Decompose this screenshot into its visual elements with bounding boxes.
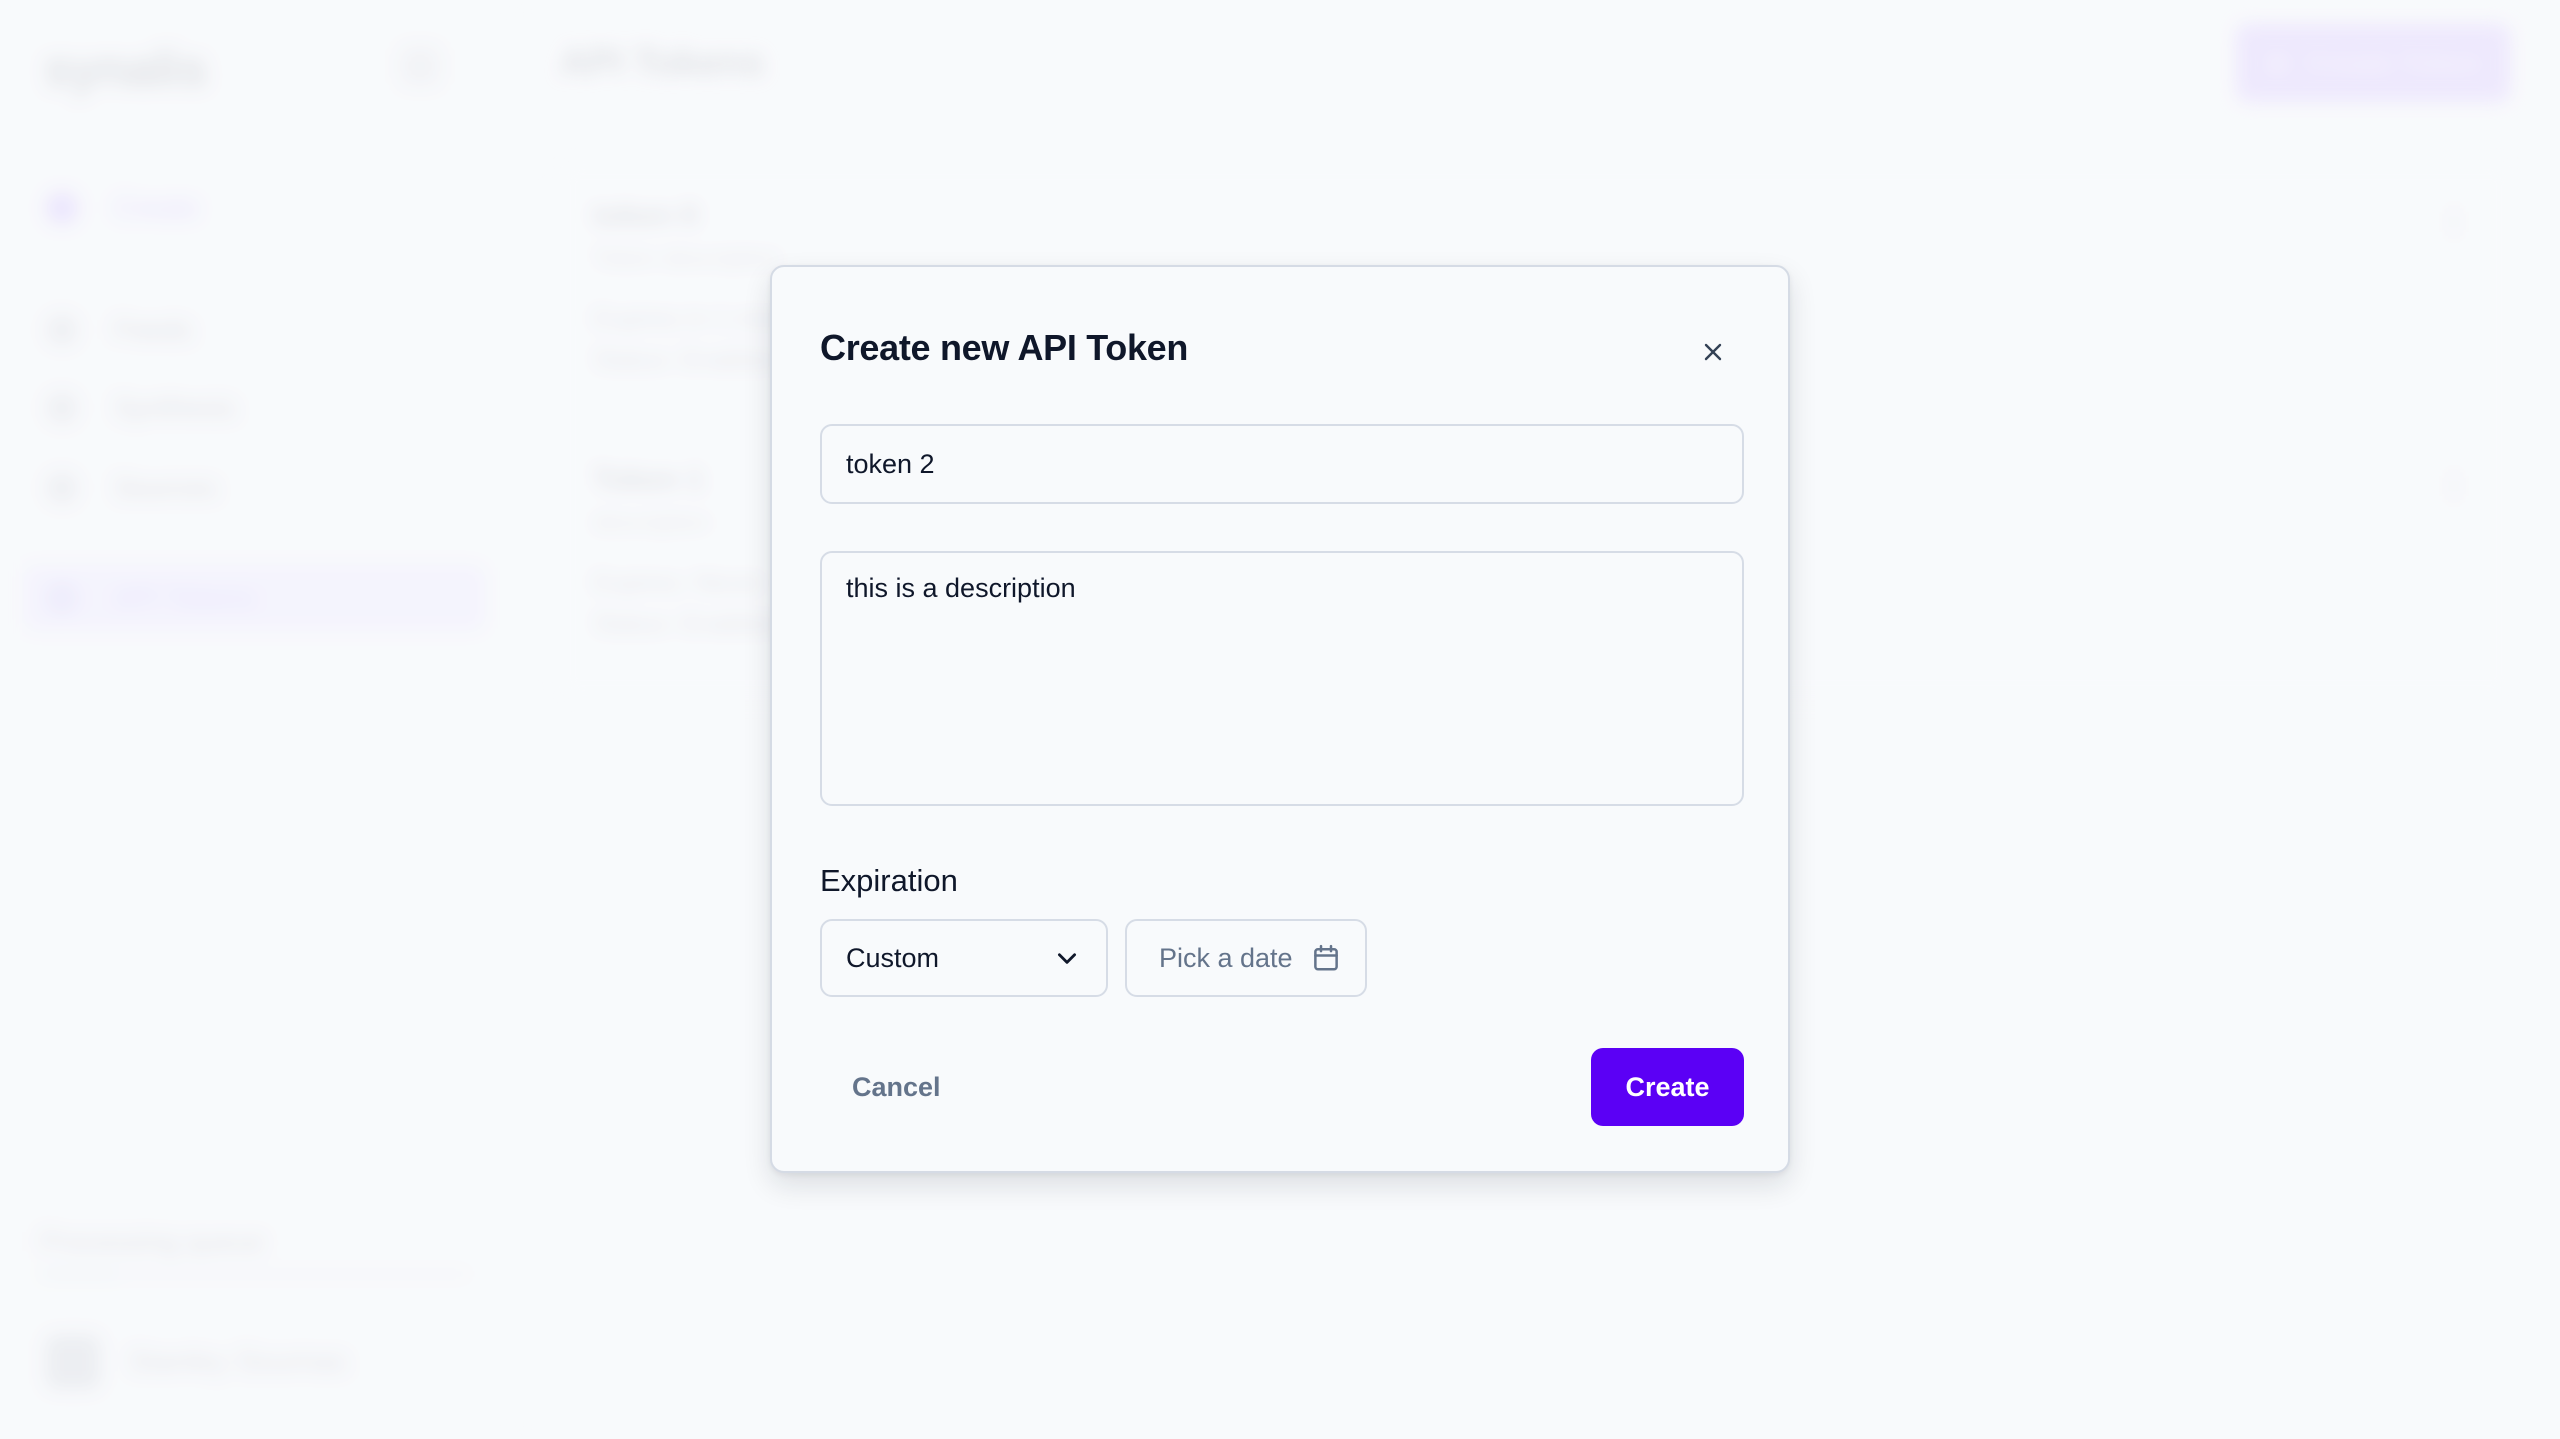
create-token-dialog: Create new API Token token 2 this is a d… [770,265,1790,1173]
create-button[interactable]: Create [1591,1048,1744,1126]
chevron-down-icon [1058,953,1076,964]
expiration-select[interactable]: Custom [820,919,1108,997]
close-button[interactable] [1690,329,1736,375]
dialog-title: Create new API Token [820,327,1189,368]
date-picker-button[interactable]: Pick a date [1125,919,1367,997]
token-name-value: token 2 [846,448,935,479]
expiration-select-value: Custom [846,942,940,973]
close-icon [1704,343,1722,361]
token-description-value: this is a description [846,573,1076,603]
calendar-icon [1313,944,1338,971]
token-description-textarea[interactable]: this is a description [820,551,1744,806]
token-name-input[interactable]: token 2 [820,424,1744,504]
cancel-button[interactable]: Cancel [820,1048,973,1126]
expiration-label: Expiration [820,863,958,898]
date-picker-placeholder: Pick a date [1159,942,1293,973]
